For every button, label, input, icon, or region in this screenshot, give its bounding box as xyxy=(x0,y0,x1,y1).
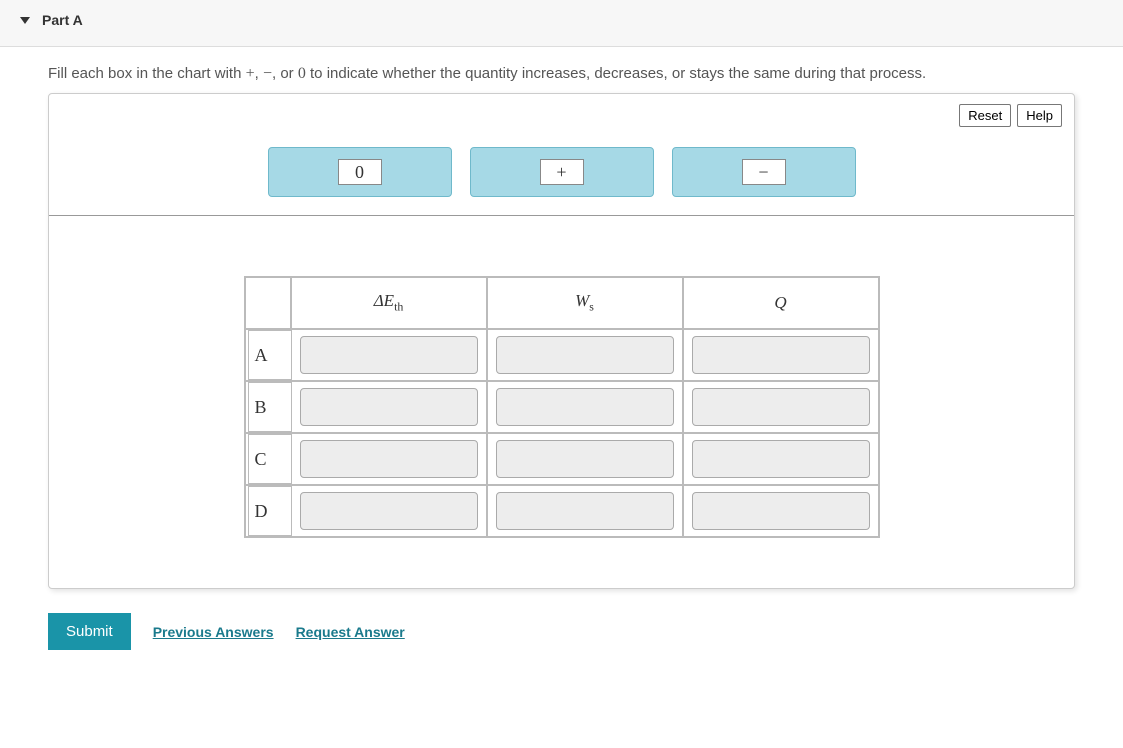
drop-C-Ws[interactable] xyxy=(496,440,674,478)
drop-D-dEth[interactable] xyxy=(300,492,478,530)
instr-plus: + xyxy=(246,65,255,82)
request-answer-link[interactable]: Request Answer xyxy=(296,624,405,640)
drag-source-row: 0 + − xyxy=(49,133,1074,216)
row-label-A: A xyxy=(248,330,292,380)
drop-C-dEth[interactable] xyxy=(300,440,478,478)
drop-A-dEth[interactable] xyxy=(300,336,478,374)
drop-C-Q[interactable] xyxy=(692,440,870,478)
table-row: C xyxy=(245,433,879,485)
chip-zero[interactable]: 0 xyxy=(338,159,382,185)
submit-button[interactable]: Submit xyxy=(48,613,131,650)
panel-toolbar: Reset Help xyxy=(49,94,1074,133)
collapse-icon[interactable] xyxy=(20,17,30,24)
drop-target-area: ΔEth Ws Q A B C xyxy=(49,216,1074,558)
chip-minus[interactable]: − xyxy=(742,159,786,185)
corner-cell xyxy=(245,277,291,329)
source-bin-zero[interactable]: 0 xyxy=(268,147,452,197)
footer-actions: Submit Previous Answers Request Answer xyxy=(0,589,1123,660)
instr-suffix: to indicate whether the quantity increas… xyxy=(306,65,926,82)
delta-symbol: Δ xyxy=(374,291,384,310)
part-header: Part A xyxy=(0,0,1123,47)
th-sub: th xyxy=(394,300,403,314)
row-label-B: B xyxy=(248,382,292,432)
table-row: B xyxy=(245,381,879,433)
previous-answers-link[interactable]: Previous Answers xyxy=(153,624,274,640)
source-bin-plus[interactable]: + xyxy=(470,147,654,197)
reset-button[interactable]: Reset xyxy=(959,104,1011,127)
instr-minus: − xyxy=(263,65,272,82)
drop-B-dEth[interactable] xyxy=(300,388,478,426)
drop-B-Ws[interactable] xyxy=(496,388,674,426)
drop-A-Ws[interactable] xyxy=(496,336,674,374)
W-symbol: W xyxy=(575,291,589,310)
col-head-Q: Q xyxy=(683,277,879,329)
help-button[interactable]: Help xyxy=(1017,104,1062,127)
drop-B-Q[interactable] xyxy=(692,388,870,426)
instr-sep2: , or xyxy=(272,65,298,82)
s-sub: s xyxy=(589,300,594,314)
chip-plus[interactable]: + xyxy=(540,159,584,185)
drop-D-Ws[interactable] xyxy=(496,492,674,530)
part-title: Part A xyxy=(42,12,83,28)
answer-panel: Reset Help 0 + − ΔEth Ws Q xyxy=(48,93,1075,589)
row-label-C: C xyxy=(248,434,292,484)
row-label-D: D xyxy=(248,486,292,536)
instr-prefix: Fill each box in the chart with xyxy=(48,65,246,82)
instructions-text: Fill each box in the chart with +, −, or… xyxy=(0,47,1123,93)
Q-symbol: Q xyxy=(774,293,786,312)
instr-sep1: , xyxy=(255,65,263,82)
E-symbol: E xyxy=(384,291,394,310)
drop-A-Q[interactable] xyxy=(692,336,870,374)
col-head-dEth: ΔEth xyxy=(291,277,487,329)
instr-zero: 0 xyxy=(298,65,306,82)
col-head-Ws: Ws xyxy=(487,277,683,329)
source-bin-minus[interactable]: − xyxy=(672,147,856,197)
answer-table: ΔEth Ws Q A B C xyxy=(244,276,880,538)
drop-D-Q[interactable] xyxy=(692,492,870,530)
table-row: A xyxy=(245,329,879,381)
table-row: D xyxy=(245,485,879,537)
